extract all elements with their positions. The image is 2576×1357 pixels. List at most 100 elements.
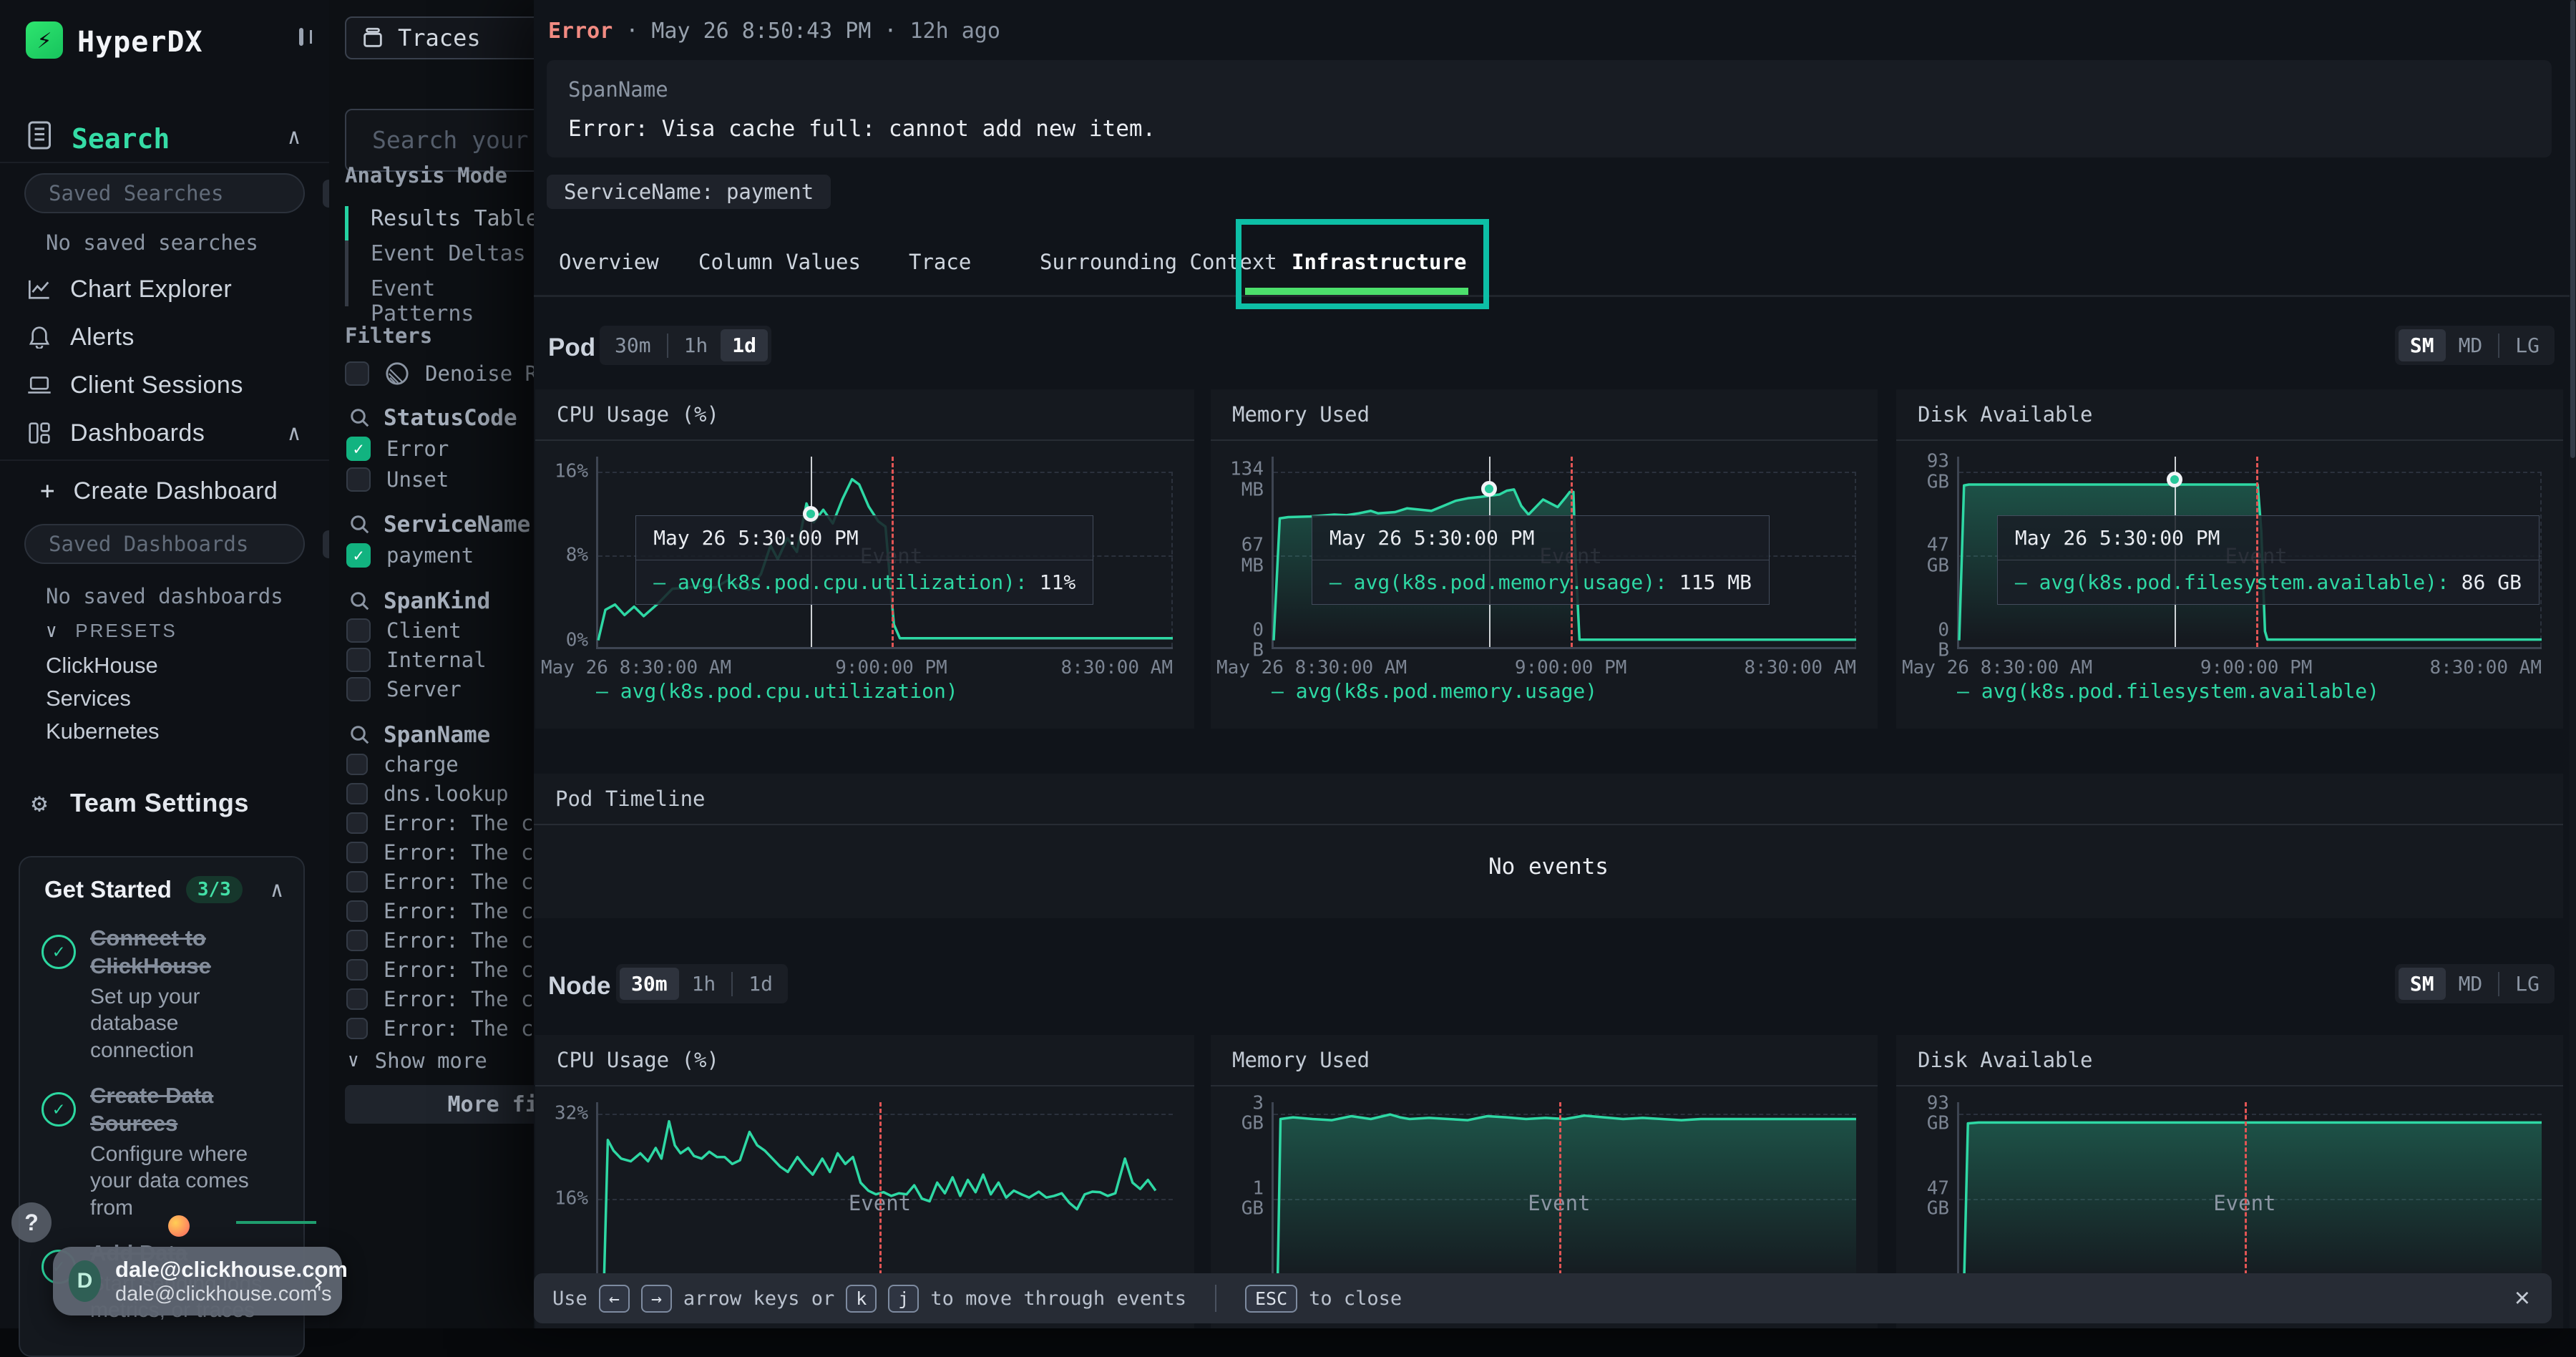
close-icon[interactable]: × bbox=[2514, 1283, 2530, 1314]
more-filters-button[interactable]: More fil bbox=[345, 1085, 554, 1124]
range-1h[interactable]: 1h bbox=[680, 968, 728, 1000]
checkbox-unchecked[interactable] bbox=[346, 812, 368, 834]
tab-column-values[interactable]: Column Values bbox=[698, 243, 861, 281]
preset-services[interactable]: Services bbox=[46, 686, 131, 711]
checkbox-unchecked[interactable] bbox=[346, 900, 368, 922]
no-saved-dashboards-text: No saved dashboards bbox=[46, 584, 283, 608]
checkbox-unchecked[interactable] bbox=[346, 648, 371, 672]
sidebar-item-alerts[interactable]: Alerts bbox=[0, 320, 329, 354]
service-name-chip[interactable]: ServiceName: payment bbox=[547, 175, 831, 209]
chevron-up-icon[interactable]: ∧ bbox=[288, 125, 301, 150]
pod-cpu-plot[interactable]: 16% 8% 0% Event May 26 5:30:00 PM — avg(… bbox=[596, 457, 1173, 649]
pod-size-selector[interactable]: SM MD LG bbox=[2395, 326, 2555, 365]
filter-option-internal[interactable]: Internal bbox=[346, 648, 487, 672]
drawer-scrollbar[interactable] bbox=[2570, 0, 2576, 1328]
checkbox-unchecked[interactable] bbox=[345, 361, 369, 386]
filter-option-client[interactable]: Client bbox=[346, 618, 462, 643]
user-account-button[interactable]: D dale@clickhouse.com dale@clickhouse.co… bbox=[53, 1247, 342, 1315]
saved-dashboards-field[interactable] bbox=[49, 532, 313, 556]
trace-details-drawer: Error · May 26 8:50:43 PM · 12h ago Span… bbox=[534, 0, 2576, 1328]
size-lg[interactable]: LG bbox=[2504, 968, 2551, 1000]
search-icon[interactable] bbox=[349, 724, 371, 746]
filter-option-error-span[interactable]: Error: The cr bbox=[346, 870, 546, 894]
size-lg[interactable]: LG bbox=[2504, 329, 2551, 361]
filter-option-error-span[interactable]: Error: The cr bbox=[346, 811, 546, 835]
checkbox-unchecked[interactable] bbox=[346, 677, 371, 701]
filter-option-unset[interactable]: Unset bbox=[346, 467, 449, 492]
search-icon[interactable] bbox=[349, 514, 371, 535]
filter-option-charge[interactable]: charge bbox=[346, 752, 459, 777]
event-search-field[interactable] bbox=[372, 126, 551, 154]
presets-toggle[interactable]: ∨ PRESETS bbox=[46, 620, 177, 642]
size-md[interactable]: MD bbox=[2447, 968, 2494, 1000]
checkbox-unchecked[interactable] bbox=[346, 467, 371, 492]
filter-option-error-span[interactable]: Error: The cr bbox=[346, 958, 546, 982]
filter-option-error-span[interactable]: Error: The cr bbox=[346, 928, 546, 953]
preset-clickhouse[interactable]: ClickHouse bbox=[46, 653, 158, 678]
filter-option-server[interactable]: Server bbox=[346, 677, 462, 701]
get-started-step[interactable]: ✓ Connect to ClickHouse Set up your data… bbox=[20, 910, 303, 1068]
chevron-up-icon[interactable]: ∧ bbox=[270, 877, 283, 903]
preset-kubernetes[interactable]: Kubernetes bbox=[46, 719, 160, 744]
sidebar-item-chart-explorer[interactable]: Chart Explorer bbox=[0, 272, 329, 306]
mode-event-patterns[interactable]: Event Patterns bbox=[371, 276, 544, 326]
filter-option-payment[interactable]: ✓ payment bbox=[346, 543, 474, 568]
sidebar-item-search[interactable]: Search bbox=[72, 123, 170, 155]
checkbox-unchecked[interactable] bbox=[346, 618, 371, 643]
sidebar-item-dashboards[interactable]: Dashboards ∧ bbox=[0, 416, 329, 450]
create-dashboard-button[interactable]: + Create Dashboard bbox=[0, 474, 329, 508]
size-sm[interactable]: SM bbox=[2399, 329, 2446, 361]
tab-trace[interactable]: Trace bbox=[909, 243, 971, 281]
checkbox-unchecked[interactable] bbox=[346, 959, 368, 981]
node-range-selector[interactable]: 30m 1h 1d bbox=[616, 964, 788, 1003]
pod-range-selector[interactable]: 30m 1h 1d bbox=[600, 326, 771, 365]
pod-memory-plot[interactable]: 134 MB 67 MB 0 B Event May 26 5:30:00 PM… bbox=[1272, 457, 1856, 649]
filter-option-error[interactable]: ✓ Error bbox=[346, 437, 449, 461]
checkbox-unchecked[interactable] bbox=[346, 842, 368, 863]
node-cpu-plot[interactable]: 32% 16% Event bbox=[596, 1102, 1173, 1288]
range-1d[interactable]: 1d bbox=[721, 329, 768, 361]
node-size-selector[interactable]: SM MD LG bbox=[2395, 964, 2555, 1003]
filter-option-dns-lookup[interactable]: dns.lookup bbox=[346, 782, 509, 806]
size-sm[interactable]: SM bbox=[2399, 968, 2446, 1000]
show-more-button[interactable]: ∨ Show more bbox=[348, 1049, 487, 1073]
range-30m[interactable]: 30m bbox=[603, 329, 663, 361]
range-30m[interactable]: 30m bbox=[620, 968, 679, 1000]
node-disk-plot[interactable]: 93 GB 47 GB Event bbox=[1957, 1102, 2542, 1288]
checkbox-unchecked[interactable] bbox=[346, 783, 368, 804]
search-icon[interactable] bbox=[349, 590, 371, 612]
pod-disk-plot[interactable]: 93 GB 47 GB 0 B Event May 26 5:30:00 PM … bbox=[1957, 457, 2542, 649]
tab-overview[interactable]: Overview bbox=[559, 243, 659, 281]
filter-option-error-span[interactable]: Error: The cr bbox=[346, 1016, 546, 1041]
source-selector-button[interactable]: Traces bbox=[345, 16, 552, 59]
checkbox-unchecked[interactable] bbox=[346, 930, 368, 951]
node-memory-plot[interactable]: 3 GB 1 GB Event bbox=[1272, 1102, 1856, 1288]
search-icon[interactable] bbox=[349, 407, 371, 429]
help-button[interactable]: ? bbox=[11, 1202, 52, 1242]
mode-event-deltas[interactable]: Event Deltas bbox=[371, 241, 526, 266]
get-started-step[interactable]: ✓ Create Data Sources Configure where yo… bbox=[20, 1068, 303, 1225]
denoise-filter-row[interactable]: Denoise Re bbox=[345, 361, 550, 386]
saved-searches-field[interactable] bbox=[49, 181, 313, 205]
checkbox-unchecked[interactable] bbox=[346, 988, 368, 1010]
saved-dashboards-input[interactable]: ⌘K bbox=[24, 524, 305, 564]
filter-option-error-span[interactable]: Error: The cr bbox=[346, 987, 546, 1011]
sidebar-item-client-sessions[interactable]: Client Sessions bbox=[0, 368, 329, 402]
checkbox-unchecked[interactable] bbox=[346, 871, 368, 892]
checkbox-checked[interactable]: ✓ bbox=[346, 437, 371, 461]
saved-searches-input[interactable]: ⌘K bbox=[24, 173, 305, 213]
mode-results-table[interactable]: Results Table bbox=[371, 206, 539, 231]
filter-option-error-span[interactable]: Error: The cr bbox=[346, 899, 546, 923]
checkbox-unchecked[interactable] bbox=[346, 754, 368, 775]
event-search-input[interactable] bbox=[345, 109, 552, 172]
range-1d[interactable]: 1d bbox=[737, 968, 784, 1000]
size-md[interactable]: MD bbox=[2447, 329, 2494, 361]
filter-option-error-span[interactable]: Error: The cr bbox=[346, 840, 546, 865]
k-key: k bbox=[846, 1285, 877, 1313]
checkbox-checked[interactable]: ✓ bbox=[346, 543, 371, 568]
collapse-sidebar-button[interactable] bbox=[299, 30, 303, 44]
sidebar-item-team-settings[interactable]: ⚙ Team Settings bbox=[0, 786, 329, 820]
checkbox-unchecked[interactable] bbox=[346, 1018, 368, 1039]
range-1h[interactable]: 1h bbox=[673, 329, 720, 361]
esc-key: ESC bbox=[1245, 1285, 1297, 1313]
